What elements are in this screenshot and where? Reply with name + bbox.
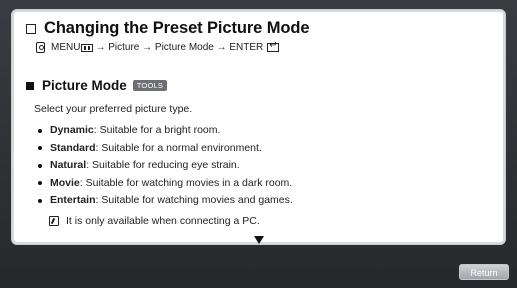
picture-mode-list: Dynamic: Suitable for a bright room. Sta… bbox=[34, 122, 293, 210]
menu-path: MENU → Picture → Picture Mode → ENTER bbox=[36, 40, 280, 53]
list-item: Standard: Suitable for a normal environm… bbox=[34, 140, 293, 158]
list-item: Natural: Suitable for reducing eye strai… bbox=[34, 157, 293, 175]
menu-path-text: → Picture → Picture Mode → ENTER bbox=[95, 42, 264, 53]
tv-screen: Changing the Preset Picture Mode MENU → … bbox=[0, 0, 517, 288]
mode-desc: : Suitable for watching movies in a dark… bbox=[79, 176, 293, 189]
section-bullet-icon bbox=[26, 81, 34, 90]
mode-desc: : Suitable for a bright room. bbox=[93, 124, 221, 136]
mode-desc: : Suitable for reducing eye strain. bbox=[86, 159, 240, 171]
content-panel: Changing the Preset Picture Mode MENU → … bbox=[11, 9, 506, 245]
page-title: Changing the Preset Picture Mode bbox=[44, 19, 310, 37]
note-icon bbox=[49, 216, 59, 226]
mode-name: Natural bbox=[50, 159, 87, 171]
list-item: Entertain: Suitable for watching movies … bbox=[34, 192, 293, 210]
mode-desc: : Suitable for watching movies and games… bbox=[95, 194, 293, 206]
menu-icon bbox=[81, 43, 94, 52]
checkbox-icon bbox=[26, 23, 36, 34]
tools-badge: TOOLS bbox=[132, 80, 168, 91]
section-title: Picture Mode bbox=[42, 78, 127, 93]
return-button[interactable]: Return bbox=[459, 264, 509, 280]
section-header: Picture Mode TOOLS bbox=[26, 78, 168, 93]
note: It is only available when connecting a P… bbox=[49, 215, 260, 227]
menu-label: MENU bbox=[51, 42, 81, 53]
mode-name: Movie bbox=[50, 176, 80, 189]
mode-name: Dynamic bbox=[50, 124, 94, 136]
list-item: Movie: Suitable for watching movies in a… bbox=[34, 175, 293, 193]
remote-icon bbox=[36, 42, 45, 53]
mode-name: Standard bbox=[50, 141, 96, 154]
mode-name: Entertain bbox=[50, 194, 96, 206]
section-description: Select your preferred picture type. bbox=[34, 103, 193, 115]
list-item: Dynamic: Suitable for a bright room. bbox=[34, 122, 293, 140]
mode-desc: : Suitable for a normal environment. bbox=[95, 141, 262, 154]
scroll-down-icon[interactable] bbox=[254, 236, 264, 244]
enter-icon bbox=[267, 40, 280, 52]
title-row: Changing the Preset Picture Mode bbox=[26, 19, 310, 38]
note-text: It is only available when connecting a P… bbox=[66, 215, 260, 227]
